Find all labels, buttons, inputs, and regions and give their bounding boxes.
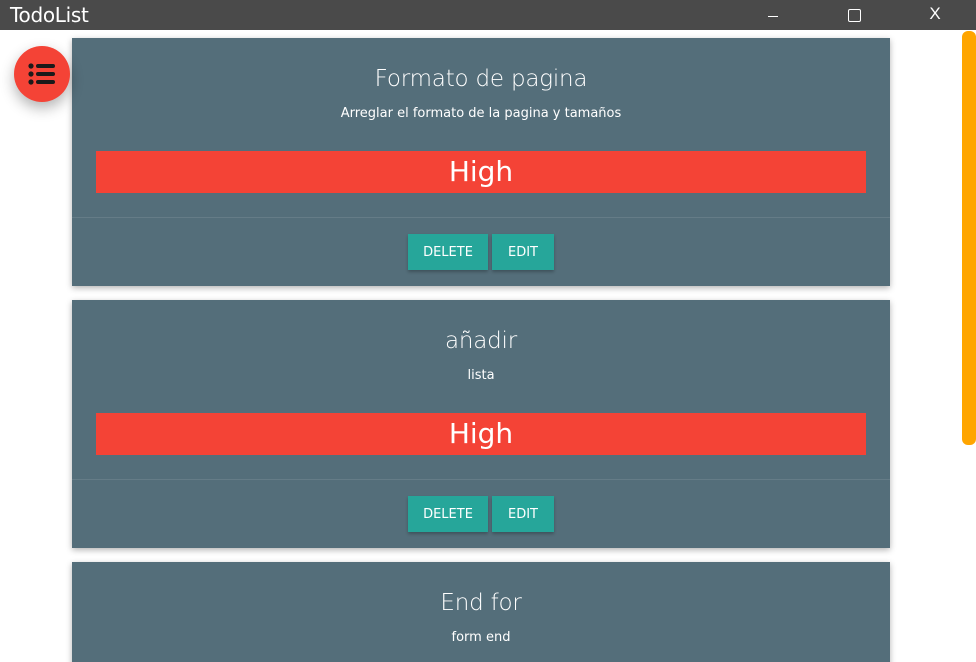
todo-title: End for: [440, 590, 522, 616]
todo-title: Formato de pagina: [374, 66, 588, 92]
window-titlebar: TodoList X: [0, 0, 976, 30]
priority-badge: High: [96, 413, 866, 455]
card-divider: [72, 217, 890, 218]
priority-badge: High: [96, 151, 866, 193]
todo-description: lista: [467, 368, 495, 383]
edit-button[interactable]: EDIT: [492, 234, 554, 270]
close-icon: X: [929, 4, 941, 23]
delete-button[interactable]: DELETE: [408, 496, 488, 532]
close-button[interactable]: X: [912, 0, 958, 30]
maximize-button[interactable]: [831, 0, 877, 30]
delete-button[interactable]: DELETE: [408, 234, 488, 270]
todo-list[interactable]: Formato de pagina Arreglar el formato de…: [0, 30, 976, 662]
card-divider: [72, 479, 890, 480]
todo-description: form end: [451, 630, 511, 645]
minimize-button[interactable]: [750, 0, 796, 30]
todo-card: End for form end: [72, 562, 890, 662]
list-icon: [28, 63, 55, 85]
todo-card: Formato de pagina Arreglar el formato de…: [72, 38, 890, 286]
scrollbar-thumb[interactable]: [962, 31, 976, 445]
todo-description: Arreglar el formato de la pagina y tamañ…: [340, 106, 622, 121]
maximize-icon: [847, 8, 861, 22]
menu-fab-button[interactable]: [14, 46, 70, 102]
todo-title: añadir: [444, 328, 517, 354]
todo-card: añadir lista High DELETE EDIT: [72, 300, 890, 548]
edit-button[interactable]: EDIT: [492, 496, 554, 532]
window-title: TodoList: [10, 3, 89, 27]
minimize-icon: [768, 15, 778, 17]
